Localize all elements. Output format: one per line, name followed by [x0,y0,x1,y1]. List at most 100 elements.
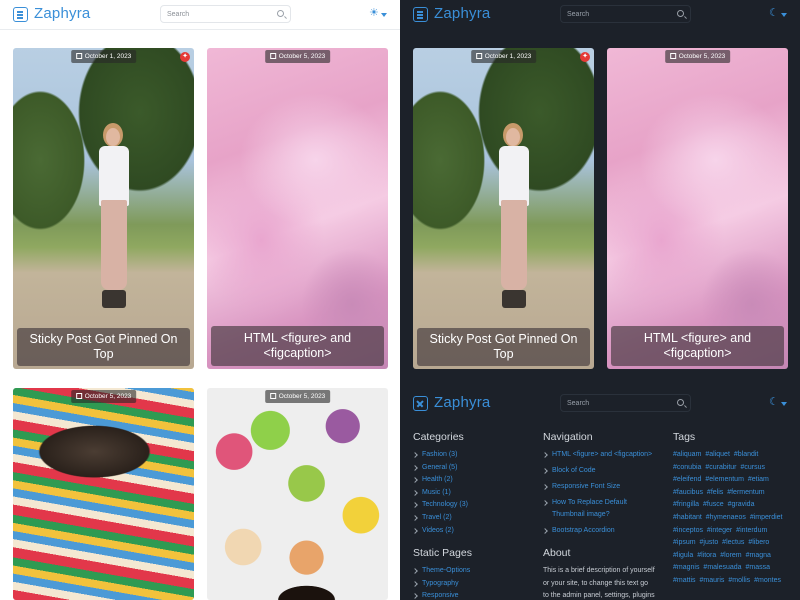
post-thumbnail [413,48,594,369]
date-badge: October 5, 2023 [264,50,331,63]
search-icon[interactable] [677,10,684,17]
tag-link[interactable]: #ipsum [673,539,696,546]
category-link[interactable]: General (5) [413,462,472,475]
sidebar-header: Zaphyra Search ☾ [400,389,800,419]
tag-link[interactable]: #cursus [740,464,765,471]
brand-logo[interactable]: Zaphyra [34,5,90,22]
tag-link[interactable]: #ligula [673,552,693,559]
static-pages-heading: Static Pages [413,547,472,560]
brand-logo[interactable]: Zaphyra [434,394,490,411]
date-badge: October 1, 2023 [470,50,537,63]
menu-icon[interactable] [13,7,28,22]
post-card[interactable]: October 5, 2023 [207,388,388,600]
post-title[interactable]: HTML <figure> and <figcaption> [211,326,384,366]
nav-link[interactable]: HTML <figure> and <figcaption> [543,449,655,461]
search-input[interactable]: Search [560,394,691,412]
static-page-link[interactable]: Typography [413,578,472,591]
tag-link[interactable]: #etiam [748,476,769,483]
chevron-down-icon[interactable] [781,13,787,17]
search-input[interactable]: Search [160,5,291,23]
tag-link[interactable]: #integer [707,527,732,534]
static-pages-list: Theme-Options Typography Responsive [413,565,472,600]
chevron-down-icon[interactable] [781,402,787,406]
category-link[interactable]: Music (1) [413,487,472,500]
nav-link[interactable]: Bootstrap Accordion [543,525,655,537]
post-title[interactable]: Sticky Post Got Pinned On Top [417,328,590,366]
chevron-down-icon[interactable] [381,13,387,17]
category-link[interactable]: Travel (2) [413,512,472,525]
static-page-link[interactable]: Responsive [413,590,472,600]
header: Zaphyra Search ☾ [400,0,800,30]
tag-link[interactable]: #litora [697,552,716,559]
date-badge: October 5, 2023 [70,390,137,403]
tag-link[interactable]: #libero [748,539,769,546]
tag-link[interactable]: #mattis [673,577,696,584]
tag-link[interactable]: #gravida [728,501,755,508]
post-thumbnail [13,48,194,369]
post-card[interactable]: October 5, 2023 HTML <figure> and <figca… [207,48,388,369]
category-link[interactable]: Technology (3) [413,499,472,512]
calendar-icon [269,53,276,59]
light-mode-pane: Zaphyra Search ☀ October 1, 2023 ✦ Stick… [0,0,400,600]
tag-link[interactable]: #magnis [673,564,699,571]
tag-link[interactable]: #fusce [703,501,724,508]
nav-link[interactable]: How To Replace Default Thumbnail image? [543,497,655,521]
search-placeholder: Search [567,400,590,407]
tag-link[interactable]: #hymenaeos [706,514,746,521]
tag-link[interactable]: #lorem [720,552,741,559]
post-card[interactable]: October 5, 2023 HTML <figure> and <figca… [607,48,788,369]
tag-link[interactable]: #mauris [700,577,725,584]
post-card[interactable]: October 1, 2023 ✦ Sticky Post Got Pinned… [413,48,594,369]
date-badge: October 5, 2023 [664,50,731,63]
tag-link[interactable]: #fermentum [727,489,764,496]
tag-link[interactable]: #conubia [673,464,701,471]
search-placeholder: Search [167,11,190,18]
tag-link[interactable]: #fringilla [673,501,699,508]
moon-icon[interactable]: ☾ [769,8,779,19]
tag-link[interactable]: #mollis [728,577,750,584]
tag-link[interactable]: #aliquam [673,451,701,458]
post-title[interactable]: HTML <figure> and <figcaption> [611,326,784,366]
search-icon[interactable] [677,399,684,406]
tag-link[interactable]: #imperdiet [750,514,783,521]
tag-link[interactable]: #curabitur [705,464,736,471]
category-link[interactable]: Health (2) [413,474,472,487]
tag-link[interactable]: #justo [700,539,719,546]
post-thumbnail [607,48,788,369]
nav-link[interactable]: Block of Code [543,465,655,477]
tag-link[interactable]: #malesuada [703,564,741,571]
about-heading: About [543,547,571,559]
tag-link[interactable]: #elementum [705,476,744,483]
tag-link[interactable]: #inceptos [673,527,703,534]
menu-icon[interactable] [413,7,428,22]
post-thumbnail [13,388,194,600]
moon-icon[interactable]: ☾ [769,397,779,408]
tag-link[interactable]: #eleifend [673,476,701,483]
tag-link[interactable]: #massa [746,564,771,571]
calendar-icon [75,393,82,399]
category-link[interactable]: Videos (2) [413,525,472,538]
close-icon[interactable] [413,396,428,411]
brand-logo[interactable]: Zaphyra [434,5,490,22]
search-input[interactable]: Search [560,5,691,23]
category-link[interactable]: Fashion (3) [413,449,472,462]
static-page-link[interactable]: Theme-Options [413,565,472,578]
sun-icon[interactable]: ☀ [369,8,379,19]
search-icon[interactable] [277,10,284,17]
tags-widget: Tags #aliquam #aliquet #blandit #conubia… [673,431,785,588]
tag-link[interactable]: #faucibus [673,489,703,496]
categories-widget: Categories Fashion (3) General (5) Healt… [413,431,472,600]
tag-link[interactable]: #interdum [736,527,767,534]
post-title[interactable]: Sticky Post Got Pinned On Top [17,328,190,366]
tag-link[interactable]: #aliquet [705,451,730,458]
post-card[interactable]: October 5, 2023 [13,388,194,600]
tag-link[interactable]: #blandit [734,451,759,458]
tag-link[interactable]: #habitant [673,514,702,521]
post-card[interactable]: October 1, 2023 ✦ Sticky Post Got Pinned… [13,48,194,369]
tag-link[interactable]: #lectus [722,539,744,546]
nav-link[interactable]: Responsive Font Size [543,481,655,493]
tag-link[interactable]: #montes [754,577,781,584]
tag-link[interactable]: #felis [707,489,723,496]
tag-link[interactable]: #magna [746,552,771,559]
categories-list: Fashion (3) General (5) Health (2) Music… [413,449,472,537]
